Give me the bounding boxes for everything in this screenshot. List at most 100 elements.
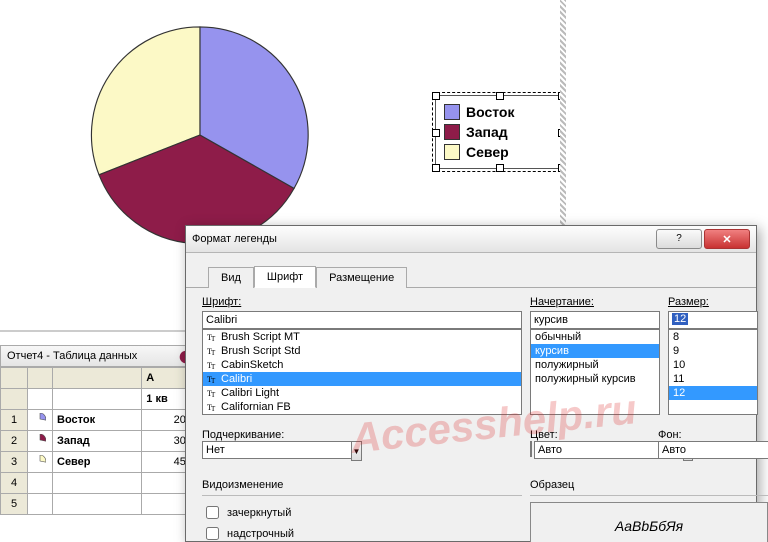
- list-item[interactable]: 10: [669, 358, 757, 372]
- format-legend-dialog: Формат легенды ? ✕ Вид Шрифт Размещение …: [185, 225, 757, 542]
- pie-chart[interactable]: [85, 20, 315, 250]
- background-value[interactable]: [658, 441, 768, 459]
- tab-placement[interactable]: Размещение: [316, 267, 407, 288]
- series-color-icon[interactable]: [28, 431, 53, 452]
- list-item[interactable]: 11: [669, 372, 757, 386]
- row-header[interactable]: 2: [1, 431, 28, 452]
- resize-handle[interactable]: [432, 164, 440, 172]
- size-listbox[interactable]: 89101112: [668, 329, 758, 415]
- legend-swatch: [444, 144, 460, 160]
- font-listbox[interactable]: TTBrush Script MTTTBrush Script StdTTCab…: [202, 329, 522, 415]
- legend-label: Север: [466, 144, 509, 160]
- datasheet[interactable]: Отчет4 - Таблица данных A 1 кв 1Восток20…: [0, 345, 200, 515]
- cell[interactable]: [53, 389, 142, 410]
- svg-text:T: T: [211, 405, 216, 412]
- underline-label: Подчеркивание:: [202, 429, 284, 441]
- help-button[interactable]: ?: [656, 229, 702, 249]
- row-header[interactable]: [1, 389, 28, 410]
- strike-checkbox[interactable]: зачеркнутый: [202, 502, 522, 523]
- underline-value[interactable]: [202, 441, 351, 459]
- tab-view[interactable]: Вид: [208, 267, 254, 288]
- style-input[interactable]: [530, 311, 660, 329]
- dialog-tabs: Вид Шрифт Размещение: [186, 253, 756, 288]
- resize-handle[interactable]: [496, 92, 504, 100]
- list-item[interactable]: обычный: [531, 330, 659, 344]
- resize-handle[interactable]: [558, 92, 566, 100]
- cell[interactable]: [28, 389, 53, 410]
- legend-item[interactable]: Восток: [444, 102, 554, 122]
- underline-group: Подчеркивание: ▼: [202, 429, 522, 461]
- table-row[interactable]: 5: [1, 494, 200, 515]
- superscript-checkbox[interactable]: надстрочный: [202, 523, 522, 542]
- cell[interactable]: [53, 473, 142, 494]
- cell[interactable]: [53, 494, 142, 515]
- underline-combo[interactable]: ▼: [202, 441, 362, 461]
- list-item[interactable]: курсив: [531, 344, 659, 358]
- dropdown-icon[interactable]: ▼: [351, 441, 362, 461]
- row-header[interactable]: 5: [1, 494, 28, 515]
- legend-label: Запад: [466, 124, 508, 140]
- series-label-cell[interactable]: Запад: [53, 431, 142, 452]
- list-item[interactable]: полужирный: [531, 358, 659, 372]
- header-icon-cell[interactable]: [28, 368, 53, 389]
- series-color-icon[interactable]: [28, 410, 53, 431]
- list-item[interactable]: 9: [669, 344, 757, 358]
- close-button[interactable]: ✕: [704, 229, 750, 249]
- list-item[interactable]: полужирный курсив: [531, 372, 659, 386]
- legend-label: Восток: [466, 104, 515, 120]
- row-header[interactable]: 3: [1, 452, 28, 473]
- size-column: Размер: 12 89101112: [668, 296, 758, 415]
- resize-handle[interactable]: [558, 164, 566, 172]
- list-item[interactable]: TTCalibri Light: [203, 386, 521, 400]
- row-header[interactable]: 4: [1, 473, 28, 494]
- sample-label: Образец: [530, 479, 768, 491]
- series-label-cell[interactable]: Север: [53, 452, 142, 473]
- size-input[interactable]: 12: [668, 311, 758, 329]
- color-swatch: [530, 441, 532, 457]
- chart-legend[interactable]: Восток Запад Север: [435, 95, 563, 169]
- legend-swatch: [444, 124, 460, 140]
- cell[interactable]: [28, 473, 53, 494]
- sample-preview: АаВbБбЯя: [530, 502, 768, 542]
- sample-group: Образец АаВbБбЯя: [530, 479, 768, 542]
- series-label-cell[interactable]: Восток: [53, 410, 142, 431]
- col-header[interactable]: [53, 368, 142, 389]
- list-item[interactable]: TTBrush Script Std: [203, 344, 521, 358]
- color-group: Цвет: ▼: [530, 429, 650, 461]
- series-color-icon[interactable]: [28, 452, 53, 473]
- resize-handle[interactable]: [496, 164, 504, 172]
- list-item[interactable]: 8: [669, 330, 757, 344]
- list-item[interactable]: TTCabinSketch: [203, 358, 521, 372]
- list-item[interactable]: 12: [669, 386, 757, 400]
- dialog-titlebar[interactable]: Формат легенды ? ✕: [186, 226, 756, 253]
- background-combo[interactable]: ▼: [658, 441, 768, 461]
- datasheet-title: Отчет4 - Таблица данных: [0, 345, 200, 367]
- table-row[interactable]: 3Север45,9: [1, 452, 200, 473]
- legend-item[interactable]: Север: [444, 142, 554, 162]
- list-item[interactable]: TTCalibri: [203, 372, 521, 386]
- svg-text:T: T: [211, 335, 216, 342]
- table-row[interactable]: 1Восток20,4: [1, 410, 200, 431]
- resize-handle[interactable]: [432, 92, 440, 100]
- effects-group: Видоизменение зачеркнутый надстрочный по…: [202, 479, 522, 542]
- svg-text:T: T: [211, 363, 216, 370]
- size-label: Размер:: [668, 296, 758, 308]
- font-input[interactable]: [202, 311, 522, 329]
- color-combo[interactable]: ▼: [530, 441, 650, 461]
- corner-cell[interactable]: [1, 368, 28, 389]
- list-item[interactable]: TTBrush Script MT: [203, 330, 521, 344]
- dialog-title: Формат легенды: [192, 233, 654, 245]
- legend-item[interactable]: Запад: [444, 122, 554, 142]
- svg-text:T: T: [211, 349, 216, 356]
- table-row[interactable]: 4: [1, 473, 200, 494]
- table-row[interactable]: 2Запад30,6: [1, 431, 200, 452]
- cell[interactable]: [28, 494, 53, 515]
- legend-swatch: [444, 104, 460, 120]
- list-item[interactable]: TTCalifornian FB: [203, 400, 521, 414]
- tab-font[interactable]: Шрифт: [254, 266, 316, 288]
- resize-handle[interactable]: [432, 129, 440, 137]
- row-header[interactable]: 1: [1, 410, 28, 431]
- background-label: Фон:: [658, 429, 682, 441]
- style-listbox[interactable]: обычныйкурсивполужирныйполужирный курсив: [530, 329, 660, 415]
- resize-handle[interactable]: [558, 129, 566, 137]
